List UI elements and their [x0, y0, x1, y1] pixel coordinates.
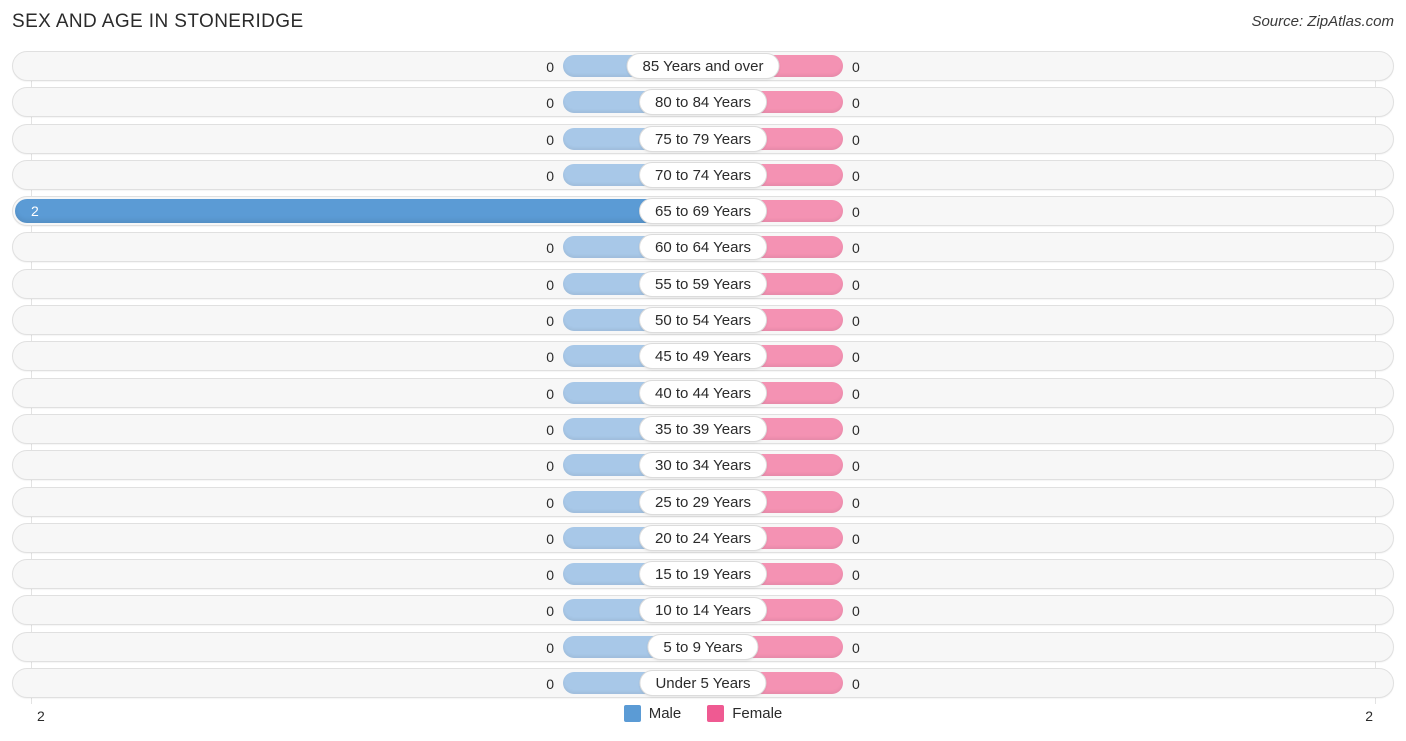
female-value-label: 0: [852, 458, 860, 475]
table-row[interactable]: 0 0 80 to 84 Years: [12, 87, 1394, 118]
female-value-label: 0: [852, 95, 860, 112]
age-group-label: 15 to 19 Years: [639, 561, 767, 588]
legend-label-female: Female: [732, 705, 783, 722]
legend-item-male[interactable]: Male: [623, 705, 682, 722]
age-group-label: 30 to 34 Years: [639, 452, 767, 479]
table-row[interactable]: 0 0 5 to 9 Years: [12, 631, 1394, 662]
age-group-label: 5 to 9 Years: [647, 633, 759, 660]
male-value-label: 0: [546, 131, 554, 148]
male-value-label: 0: [546, 349, 554, 366]
age-group-label: 85 Years and over: [626, 53, 780, 79]
age-group-label: 75 to 79 Years: [639, 125, 767, 152]
female-value-label: 0: [852, 385, 860, 402]
female-value-label: 0: [852, 530, 860, 547]
table-row[interactable]: 0 0 50 to 54 Years: [12, 305, 1394, 336]
male-value-label: 2: [31, 203, 39, 220]
legend-item-female[interactable]: Female: [707, 705, 782, 722]
male-value-label: 0: [546, 639, 554, 656]
table-row[interactable]: 0 0 30 to 34 Years: [12, 450, 1394, 481]
female-value-label: 0: [852, 349, 860, 366]
age-group-label: 35 to 39 Years: [639, 415, 767, 442]
female-value-label: 0: [852, 59, 860, 75]
age-group-label: 65 to 69 Years: [639, 198, 767, 225]
age-group-label: 50 to 54 Years: [639, 307, 767, 334]
source-attribution: Source: ZipAtlas.com: [1251, 13, 1394, 30]
age-group-label: 20 to 24 Years: [639, 524, 767, 551]
age-group-label: 70 to 74 Years: [639, 161, 767, 188]
age-group-label: 60 to 64 Years: [639, 234, 767, 261]
table-row[interactable]: 0 0 35 to 39 Years: [12, 413, 1394, 444]
male-value-label: 0: [546, 603, 554, 620]
age-group-label: 45 to 49 Years: [639, 343, 767, 370]
age-group-label: 10 to 14 Years: [639, 597, 767, 624]
male-value-label: 0: [546, 95, 554, 112]
table-row[interactable]: 0 0 55 to 59 Years: [12, 268, 1394, 299]
female-value-label: 0: [852, 567, 860, 584]
male-value-label: 0: [546, 676, 554, 693]
table-row[interactable]: 0 0 20 to 24 Years: [12, 522, 1394, 553]
population-pyramid-plot: 0 0 85 Years and over 0 0 80 to 84 Years 0 0 75 …: [0, 51, 1406, 704]
table-row[interactable]: 0 0 40 to 44 Years: [12, 377, 1394, 408]
table-row[interactable]: 0 0 75 to 79 Years: [12, 123, 1394, 154]
table-row[interactable]: 0 0 70 to 74 Years: [12, 159, 1394, 190]
female-value-label: 0: [852, 204, 860, 221]
table-row[interactable]: 0 0 45 to 49 Years: [12, 341, 1394, 372]
male-value-label: 0: [546, 167, 554, 184]
male-value-label: 0: [546, 458, 554, 475]
female-value-label: 0: [852, 494, 860, 511]
female-value-label: 0: [852, 276, 860, 293]
age-group-rows: 0 0 85 Years and over 0 0 80 to 84 Years 0 0 75 …: [0, 51, 1406, 704]
age-group-label: Under 5 Years: [639, 670, 767, 697]
table-row[interactable]: 0 0 25 to 29 Years: [12, 486, 1394, 517]
female-value-label: 0: [852, 639, 860, 656]
table-row[interactable]: 0 0 10 to 14 Years: [12, 595, 1394, 626]
table-row[interactable]: 0 0 15 to 19 Years: [12, 559, 1394, 590]
male-value-label: 0: [546, 276, 554, 293]
legend-swatch-female-icon: [707, 705, 725, 722]
male-value-label: 0: [546, 567, 554, 584]
male-value-label: 0: [546, 59, 554, 75]
table-row[interactable]: 0 0 60 to 64 Years: [12, 232, 1394, 263]
male-value-label: 0: [546, 240, 554, 257]
chart-legend: Male Female: [0, 705, 1406, 722]
male-value-label: 0: [546, 530, 554, 547]
male-value-label: 0: [546, 385, 554, 402]
female-value-label: 0: [852, 676, 860, 693]
legend-label-male: Male: [648, 705, 682, 722]
legend-swatch-male-icon: [623, 705, 641, 722]
male-bar[interactable]: 2: [15, 199, 702, 224]
male-value-label: 0: [546, 421, 554, 438]
table-row[interactable]: 0 0 Under 5 Years: [12, 668, 1394, 699]
age-group-label: 80 to 84 Years: [639, 89, 767, 116]
age-group-label: 25 to 29 Years: [639, 488, 767, 515]
female-value-label: 0: [852, 167, 860, 184]
female-value-label: 0: [852, 240, 860, 257]
chart-page: SEX AND AGE IN STONERIDGE Source: ZipAtl…: [0, 0, 1406, 741]
page-title: SEX AND AGE IN STONERIDGE: [12, 11, 304, 32]
female-value-label: 0: [852, 313, 860, 330]
female-value-label: 0: [852, 131, 860, 148]
female-value-label: 0: [852, 421, 860, 438]
age-group-label: 40 to 44 Years: [639, 379, 767, 406]
male-value-label: 0: [546, 313, 554, 330]
age-group-label: 55 to 59 Years: [639, 270, 767, 297]
table-row[interactable]: 2 0 65 to 69 Years: [12, 196, 1394, 227]
male-value-label: 0: [546, 494, 554, 511]
female-value-label: 0: [852, 603, 860, 620]
table-row[interactable]: 0 0 85 Years and over: [12, 51, 1394, 81]
